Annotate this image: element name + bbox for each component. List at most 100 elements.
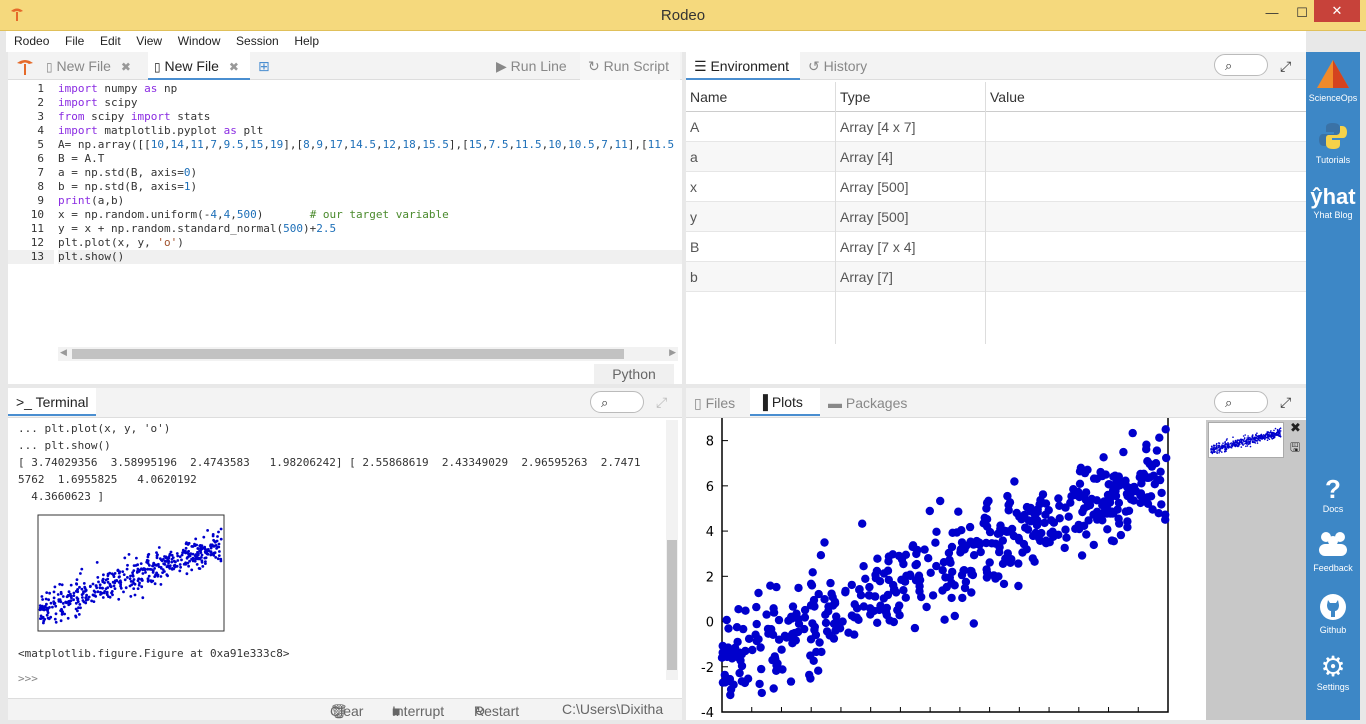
menu-rodeo[interactable]: Rodeo	[6, 31, 53, 48]
data-point	[739, 624, 748, 634]
data-point	[967, 588, 976, 597]
code-line[interactable]: from scipy import stats	[58, 110, 682, 124]
environment-search[interactable]: ⌕	[1214, 54, 1268, 76]
tab-plots[interactable]: ▐ Plots	[750, 388, 820, 416]
table-row[interactable]: x Array [500]	[686, 172, 1306, 202]
sidebar-item-feedback[interactable]: Feedback	[1306, 528, 1360, 573]
sidebar-item-docs[interactable]: ? Docs	[1306, 474, 1360, 514]
horizontal-scrollbar[interactable]: ◀ ▶	[58, 347, 678, 361]
scroll-left-icon[interactable]: ◀	[60, 347, 67, 358]
new-tab-button[interactable]: ⊞	[258, 52, 278, 80]
close-tab-icon[interactable]: ✖	[229, 60, 239, 74]
table-row[interactable]: A Array [4 x 7]	[686, 112, 1306, 142]
close-button[interactable]: ✕	[1314, 0, 1360, 22]
run-line-button[interactable]: ▶ Run Line	[496, 52, 567, 80]
run-script-button[interactable]: ↻ Run Script	[580, 52, 680, 80]
mini-data-point	[163, 563, 167, 566]
menu-view[interactable]: View	[128, 31, 166, 48]
mini-data-point	[155, 571, 158, 575]
y-tick-label: 2	[706, 570, 714, 585]
sidebar-item-github[interactable]: Github	[1306, 592, 1360, 635]
editor-tab-2[interactable]: ▯ New File ✖	[148, 52, 250, 80]
sidebar-item-scienceops[interactable]: ScienceOps	[1306, 58, 1360, 103]
scrollbar-thumb[interactable]	[667, 540, 677, 670]
menu-edit[interactable]: Edit	[92, 31, 125, 48]
menu-window[interactable]: Window	[170, 31, 225, 48]
mini-data-point	[123, 578, 127, 582]
table-row[interactable]: y Array [500]	[686, 202, 1306, 232]
scrollbar-thumb[interactable]	[72, 349, 624, 359]
code-line[interactable]: a = np.std(B, axis=0)	[58, 166, 682, 180]
code-line[interactable]: x = np.random.uniform(-4,4,500) # our ta…	[58, 208, 682, 222]
code-line[interactable]: plt.show()	[58, 250, 682, 264]
code-line[interactable]: A= np.array([[10,14,11,7,9.5,15,19],[8,9…	[58, 138, 682, 152]
terminal-output[interactable]: ... plt.plot(x, y, 'o') ... plt.show() [ 3…	[8, 420, 664, 700]
table-row[interactable]: b Array [7]	[686, 262, 1306, 292]
plot-thumbnail[interactable]	[1208, 422, 1284, 458]
data-point	[1148, 505, 1157, 514]
vertical-scrollbar[interactable]	[666, 420, 678, 680]
menu-help[interactable]: Help	[286, 31, 323, 48]
mini-data-point	[170, 560, 174, 564]
code-line[interactable]: print(a,b)	[58, 194, 682, 208]
menu-file[interactable]: File	[57, 31, 88, 48]
tab-files[interactable]: ▯ Files	[694, 388, 754, 416]
column-type[interactable]: Type	[840, 89, 870, 105]
sidebar-item-yhat-blog[interactable]: ŷhat Yhat Blog	[1306, 184, 1360, 220]
tab-history[interactable]: ↺ History	[808, 52, 898, 80]
code-line[interactable]: plt.plot(x, y, 'o')	[58, 236, 682, 250]
expand-icon[interactable]: ⤢	[1280, 58, 1291, 75]
data-point	[794, 614, 803, 624]
tab-packages[interactable]: ▬ Packages	[828, 388, 918, 416]
column-name[interactable]: Name	[690, 89, 727, 105]
expand-icon[interactable]: ⤢	[656, 394, 667, 411]
y-tick-label: -4	[701, 706, 714, 720]
data-point	[925, 506, 934, 516]
expand-icon[interactable]: ⤢	[1280, 394, 1291, 411]
code-line[interactable]: b = np.std(B, axis=1)	[58, 180, 682, 194]
data-point	[1108, 486, 1118, 495]
thumb-data-point	[1239, 441, 1242, 443]
data-point	[800, 624, 809, 634]
code-editor[interactable]: import numpy as np import scipy from scipy…	[58, 82, 682, 352]
mini-data-point	[161, 568, 165, 571]
data-point	[1014, 559, 1023, 568]
mini-data-point	[92, 600, 96, 603]
table-row[interactable]: a Array [4]	[686, 142, 1306, 172]
data-point	[815, 638, 824, 647]
column-value[interactable]: Value	[990, 89, 1025, 105]
save-plot-icon[interactable]: 🖫	[1290, 438, 1300, 459]
data-point	[847, 611, 857, 620]
delete-plot-icon[interactable]: ✖	[1290, 420, 1301, 436]
minimize-button[interactable]: —	[1256, 0, 1288, 26]
mini-data-point	[161, 571, 165, 574]
sidebar-item-settings[interactable]: ⚙ Settings	[1306, 652, 1360, 693]
mini-data-point	[43, 605, 47, 609]
line-number: 6	[37, 152, 44, 165]
data-point	[809, 656, 818, 665]
tab-environment[interactable]: ☰ Environment	[686, 52, 800, 80]
scroll-right-icon[interactable]: ▶	[669, 347, 676, 358]
sidebar-label: Tutorials	[1315, 155, 1351, 165]
thumb-data-point	[1278, 428, 1281, 430]
terminal-prompt[interactable]: >>>	[8, 670, 664, 687]
sidebar-item-tutorials[interactable]: Tutorials	[1306, 120, 1360, 165]
code-line[interactable]: import scipy	[58, 96, 682, 110]
close-tab-icon[interactable]: ✖	[121, 60, 131, 74]
code-line[interactable]: B = A.T	[58, 152, 682, 166]
tab-terminal[interactable]: >_ Terminal	[8, 388, 96, 416]
code-line[interactable]: import numpy as np	[58, 82, 682, 96]
plots-search[interactable]: ⌕	[1214, 391, 1268, 413]
data-point	[890, 585, 899, 594]
mini-data-point	[194, 537, 198, 541]
mini-data-point	[207, 549, 211, 553]
table-row[interactable]: B Array [7 x 4]	[686, 232, 1306, 262]
mini-data-point	[69, 583, 73, 587]
code-line[interactable]: import matplotlib.pyplot as plt	[58, 124, 682, 138]
mini-data-point	[165, 556, 169, 560]
editor-tab-1[interactable]: ▯ New File ✖	[46, 52, 146, 80]
terminal-search[interactable]: ⌕	[590, 391, 644, 413]
data-point	[1077, 551, 1087, 560]
menu-session[interactable]: Session	[228, 31, 283, 48]
code-line[interactable]: y = x + np.random.standard_normal(500)+2…	[58, 222, 682, 236]
